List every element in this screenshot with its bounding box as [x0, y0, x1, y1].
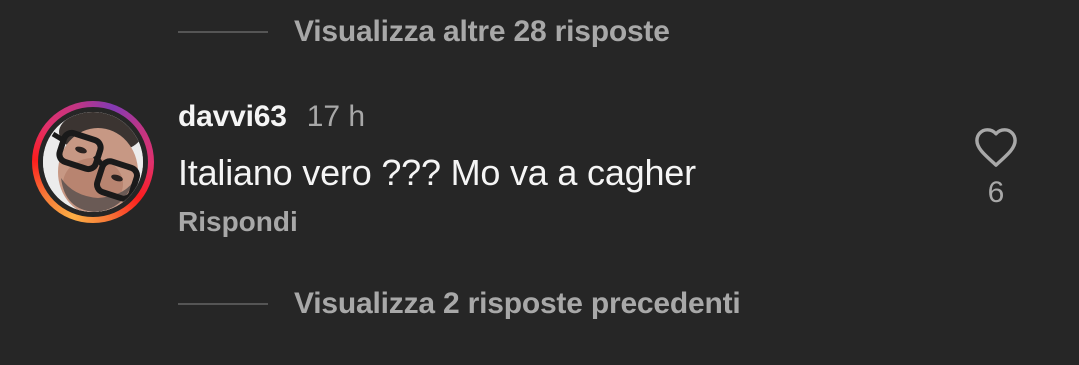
like-section: 6 — [970, 126, 1022, 210]
reply-button[interactable]: Rispondi — [178, 206, 696, 238]
comment: davvi63 17 h Italiano vero ??? Mo va a c… — [178, 100, 696, 238]
thread-divider-line — [178, 303, 268, 305]
view-more-replies-top[interactable]: Visualizza altre 28 risposte — [178, 12, 670, 52]
comment-text: Italiano vero ??? Mo va a cagher — [178, 152, 696, 193]
thread-divider-line — [178, 31, 268, 33]
like-count: 6 — [987, 176, 1005, 209]
heart-outline-icon[interactable] — [973, 126, 1019, 168]
avatar[interactable] — [43, 112, 143, 212]
comment-username[interactable]: davvi63 — [178, 100, 287, 134]
comment-timestamp: 17 h — [306, 100, 366, 133]
avatar-story-ring[interactable] — [32, 101, 154, 223]
avatar-ring-gap — [38, 107, 148, 217]
view-previous-replies-bottom[interactable]: Visualizza 2 risposte precedenti — [178, 284, 741, 324]
comment-header: davvi63 17 h — [178, 100, 696, 144]
user-avatar-icon — [43, 112, 143, 212]
view-previous-replies-label[interactable]: Visualizza 2 risposte precedenti — [294, 287, 741, 321]
view-more-replies-label[interactable]: Visualizza altre 28 risposte — [294, 15, 670, 49]
